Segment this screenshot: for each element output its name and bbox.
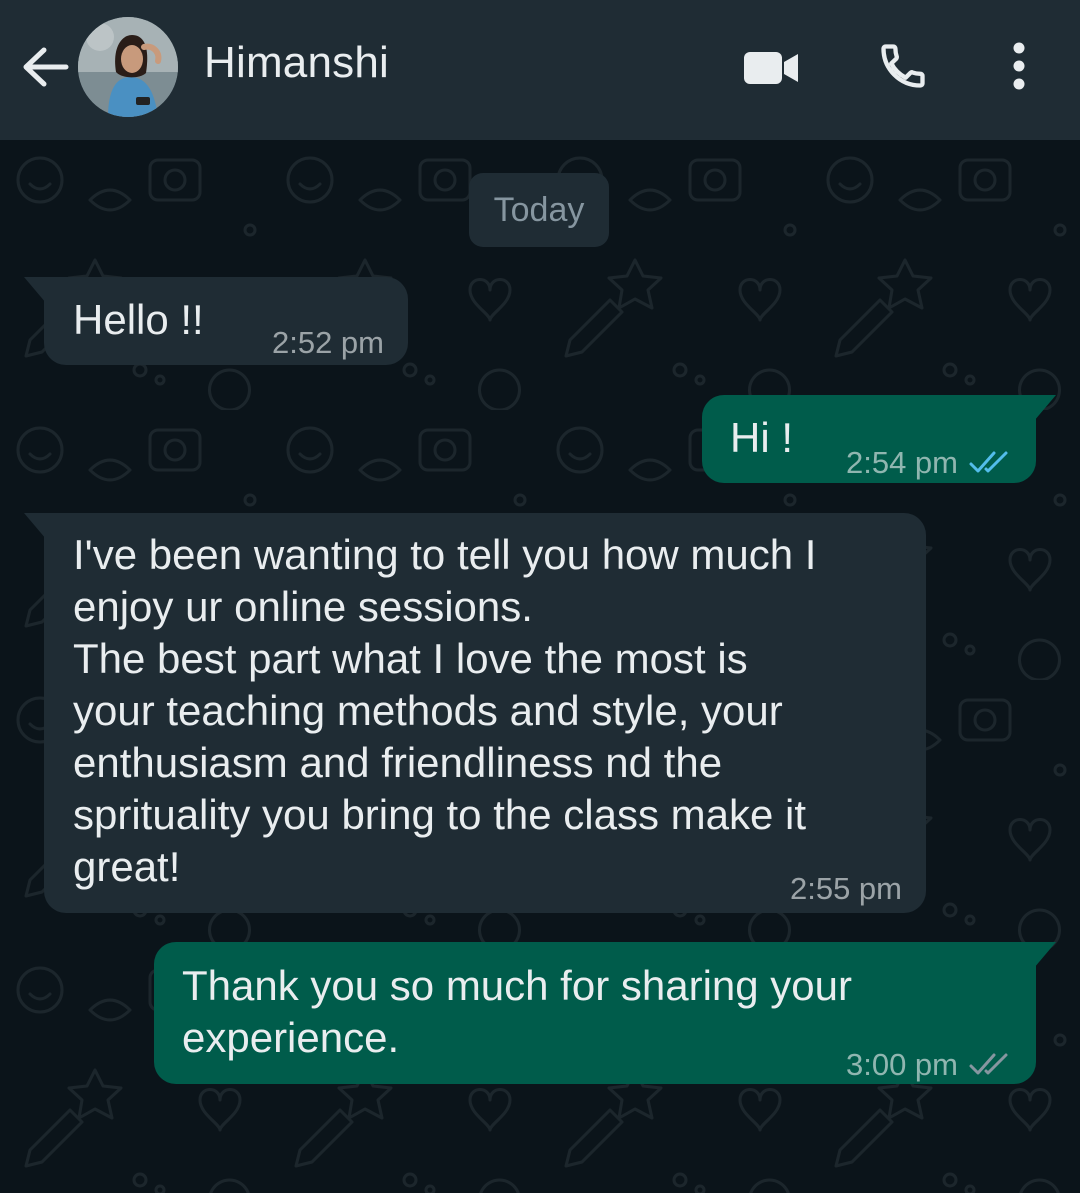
message-time: 2:55 pm [789, 871, 902, 906]
message-text: Hello !! [73, 296, 204, 343]
video-camera-icon [744, 52, 798, 84]
arrow-left-icon [23, 47, 69, 87]
bubble-tail [1034, 395, 1056, 421]
chat-area[interactable]: Today Hello !! 2:52 pm Hi ! 2:54 pm I've… [0, 140, 1080, 1193]
incoming-message[interactable]: Hello !! 2:52 pm [24, 277, 408, 365]
avatar-photo [78, 17, 178, 117]
video-call-button[interactable] [736, 40, 806, 96]
outgoing-message[interactable]: Hi ! 2:54 pm [702, 395, 1056, 483]
back-button[interactable] [18, 40, 72, 94]
message-meta: 2:55 pm [790, 863, 902, 915]
message-text: Hi ! [730, 414, 793, 461]
more-vertical-icon [1013, 42, 1025, 90]
message-meta: 2:54 pm [846, 437, 1012, 489]
date-chip: Today [469, 173, 609, 247]
message-time: 2:52 pm [271, 325, 384, 360]
message-meta: 2:52 pm [272, 317, 384, 369]
message-time: 2:54 pm [845, 445, 958, 480]
voice-call-button[interactable] [868, 34, 938, 98]
message-text: I've been wanting to tell you how much I… [73, 531, 817, 890]
bubble-tail [1034, 942, 1056, 968]
phone-icon [881, 44, 925, 88]
double-check-icon [969, 451, 1008, 473]
message-time: 3:00 pm [845, 1047, 958, 1082]
double-check-icon [969, 1053, 1008, 1075]
message-meta: 3:00 pm [846, 1039, 1012, 1091]
outgoing-message[interactable]: Thank you so much for sharing your exper… [154, 942, 1056, 1084]
incoming-message[interactable]: I've been wanting to tell you how much I… [24, 513, 926, 915]
bubble-tail [24, 513, 46, 539]
contact-avatar[interactable] [78, 17, 178, 117]
chat-header: Himanshi [0, 0, 1080, 140]
bubble-tail [24, 277, 46, 303]
more-options-button[interactable] [996, 34, 1042, 98]
contact-name[interactable]: Himanshi [204, 38, 389, 88]
